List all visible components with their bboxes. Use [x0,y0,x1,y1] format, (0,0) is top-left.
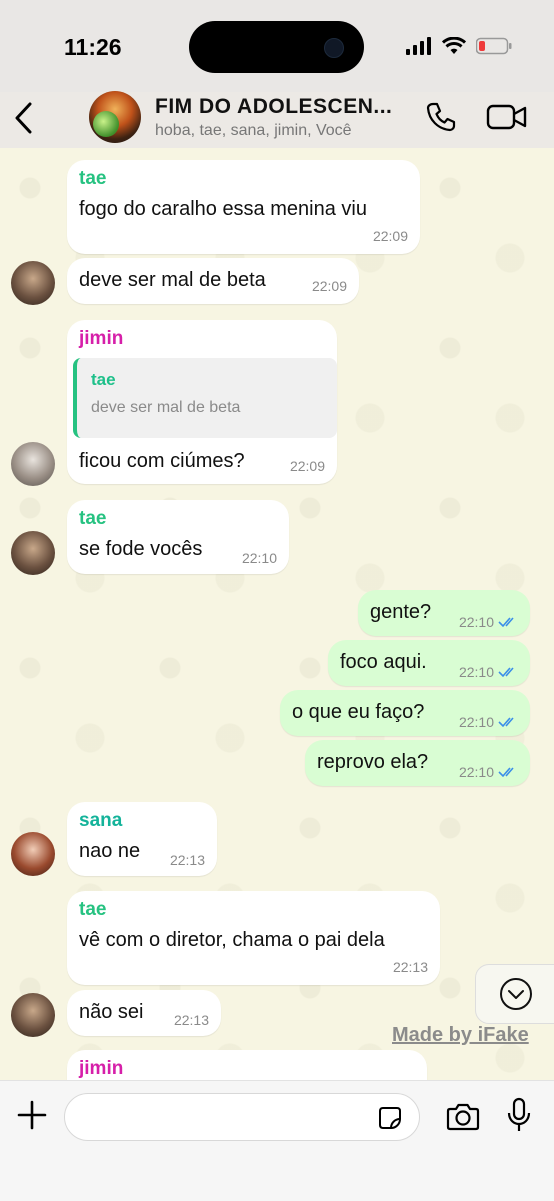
message-text: o que eu faço? [292,701,425,723]
message-bubble[interactable]: jimin tae deve ser mal de beta ficou com… [67,320,337,484]
message-bubble[interactable]: tae fogo do caralho essa menina viu 22:0… [67,160,420,254]
dynamic-island [189,21,364,73]
read-ticks-icon [498,717,514,728]
message-time: 22:09 [311,278,347,294]
message-time: 22:10 [458,714,494,730]
message-bubble[interactable]: foco aqui. 22:10 [328,640,530,686]
message-bubble[interactable]: tae se fode vocês 22:10 [67,500,289,574]
message-time: 22:09 [372,228,408,244]
message-bubble[interactable]: sana nao ne 22:13 [67,802,217,876]
message-time: 22:13 [173,1012,209,1028]
message-time: 22:13 [392,959,428,975]
sender-name: tae [79,899,107,920]
message-time: 22:13 [169,852,205,868]
wifi-icon [442,37,466,54]
message-time: 22:10 [241,550,277,566]
message-text: vê com o diretor, chama o pai dela [79,929,385,951]
message-meta: 22:10 [459,714,518,730]
message-text: gente? [370,601,432,623]
message-bubble[interactable]: não sei 22:13 [67,990,221,1036]
chevron-down-icon [500,978,532,1010]
microphone-icon[interactable] [506,1097,532,1133]
avatar[interactable] [11,993,55,1037]
quoted-message[interactable]: tae deve ser mal de beta [73,358,337,438]
message-text: se fode vocês [79,538,203,560]
plus-icon[interactable] [16,1099,48,1131]
message-bubble[interactable]: tae vê com o diretor, chama o pai dela 2… [67,891,440,985]
message-bubble[interactable]: jimin [67,1050,427,1080]
chat-header: FIM DO ADOLESCEN... hoba, tae, sana, jim… [0,91,554,148]
message-time: 22:10 [458,614,494,630]
sender-name: tae [79,168,107,189]
sender-name: tae [79,508,107,529]
message-input[interactable] [64,1093,420,1141]
phone-icon[interactable] [424,100,458,134]
read-ticks-icon [498,767,514,778]
read-ticks-icon [498,617,514,628]
back-chevron-icon[interactable] [12,100,36,136]
sender-name: jimin [79,328,124,349]
message-text: foco aqui. [340,651,427,673]
camera-icon[interactable] [446,1101,480,1131]
message-text: ficou com ciúmes? [79,450,245,472]
battery-icon [476,37,512,55]
message-text: não sei [79,1001,144,1023]
watermark: Made by iFake [392,1024,529,1046]
chat-area[interactable]: tae fogo do caralho essa menina viu 22:0… [0,148,554,1080]
sender-name: jimin [79,1058,124,1079]
avatar[interactable] [11,832,55,876]
message-meta: 22:10 [459,614,518,630]
message-text: deve ser mal de beta [79,269,266,291]
avatar[interactable] [11,442,55,486]
cellular-signal-icon [406,37,431,55]
message-input-bar [0,1080,554,1201]
message-bubble[interactable]: gente? 22:10 [358,590,530,636]
group-avatar[interactable] [89,91,141,143]
message-text: fogo do caralho essa menina viu [79,198,367,220]
message-time: 22:10 [458,764,494,780]
message-meta: 22:10 [459,764,518,780]
message-bubble[interactable]: reprovo ela? 22:10 [305,740,530,786]
message-text: nao ne [79,840,141,862]
chat-title[interactable]: FIM DO ADOLESCEN... [155,95,392,119]
quoted-text: deve ser mal de beta [91,399,241,416]
status-time: 11:26 [64,34,122,60]
video-call-icon[interactable] [486,100,528,134]
avatar[interactable] [11,261,55,305]
chat-members[interactable]: hoba, tae, sana, jimin, Você [155,122,352,140]
sender-name: sana [79,810,123,831]
sticker-icon[interactable] [377,1105,403,1131]
status-icons [406,37,512,55]
scroll-to-bottom-button[interactable] [475,964,554,1024]
quoted-sender: tae [91,370,116,389]
message-bubble[interactable]: o que eu faço? 22:10 [280,690,530,736]
message-meta: 22:10 [459,664,518,680]
message-text: reprovo ela? [317,751,429,773]
message-time: 22:09 [289,458,325,474]
avatar[interactable] [11,531,55,575]
message-time: 22:10 [458,664,494,680]
read-ticks-icon [498,667,514,678]
front-camera [324,38,344,58]
message-bubble[interactable]: deve ser mal de beta 22:09 [67,258,359,304]
status-bar: 11:26 [0,0,554,92]
